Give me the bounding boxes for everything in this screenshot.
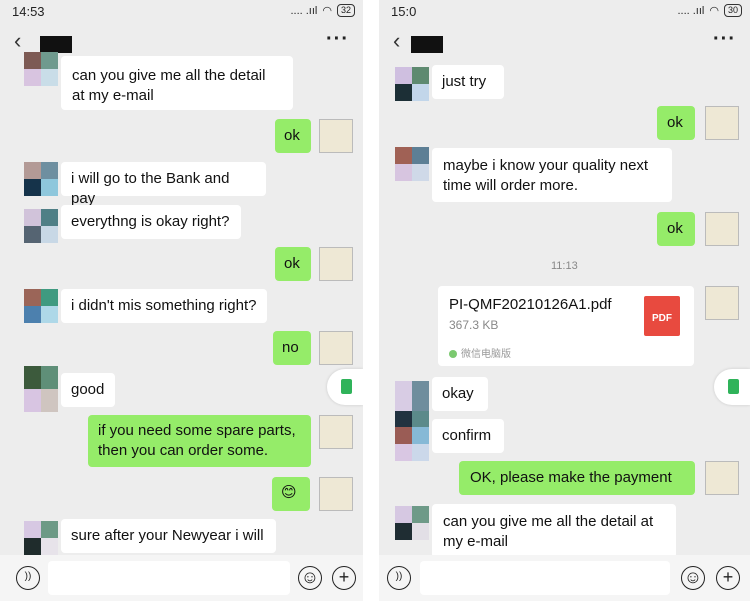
signal-icon: .... .ııl bbox=[677, 4, 705, 17]
file-message-card[interactable]: PI-QMF20210126A1.pdf 367.3 KB PDF 微信电脑版 bbox=[438, 286, 694, 366]
message-bubble-incoming: can you give me all the detail at my e-m… bbox=[61, 56, 293, 110]
chat-screen-right: 15:0 .... .ııl ◠ 30 ‹ ··· just try ok ma… bbox=[379, 0, 750, 601]
status-icons: .... .ııl ◠ 30 bbox=[677, 4, 742, 17]
chat-title-bar: ‹ ··· bbox=[379, 22, 750, 56]
contact-avatar[interactable] bbox=[395, 506, 429, 540]
my-avatar[interactable] bbox=[319, 415, 353, 449]
document-icon[interactable] bbox=[714, 369, 750, 405]
message-bubble-incoming: okay bbox=[432, 377, 488, 411]
my-avatar[interactable] bbox=[319, 119, 353, 153]
my-avatar[interactable] bbox=[705, 286, 739, 320]
contact-avatar[interactable] bbox=[395, 147, 429, 181]
message-bubble-outgoing: ok bbox=[275, 119, 311, 153]
message-bubble-incoming: just try bbox=[432, 65, 504, 99]
message-timestamp: 11:13 bbox=[551, 260, 578, 272]
my-avatar[interactable] bbox=[319, 331, 353, 365]
redacted-contact-name bbox=[40, 36, 72, 53]
voice-icon[interactable]: )) bbox=[16, 566, 40, 590]
message-bubble-outgoing: ok bbox=[657, 106, 695, 140]
input-bar: )) ☺ + bbox=[379, 555, 750, 601]
wifi-icon: ◠ bbox=[322, 5, 332, 17]
contact-avatar[interactable] bbox=[395, 67, 429, 101]
more-dots-icon[interactable]: ··· bbox=[713, 28, 736, 51]
my-avatar[interactable] bbox=[319, 477, 353, 511]
message-bubble-outgoing: OK, please make the payment bbox=[459, 461, 695, 495]
plus-icon[interactable]: + bbox=[332, 566, 356, 590]
wifi-icon: ◠ bbox=[709, 5, 719, 17]
contact-avatar[interactable] bbox=[24, 521, 58, 555]
more-dots-icon[interactable]: ··· bbox=[326, 28, 349, 51]
signal-icon: .... .ııl bbox=[290, 4, 318, 17]
message-bubble-outgoing: ok bbox=[275, 247, 311, 281]
message-bubble-incoming: can you give me all the detail at my e-m… bbox=[432, 504, 676, 558]
message-bubble-incoming: everythng is okay right? bbox=[61, 205, 241, 239]
contact-avatar[interactable] bbox=[24, 209, 58, 243]
plus-icon[interactable]: + bbox=[716, 566, 740, 590]
contact-avatar[interactable] bbox=[24, 366, 58, 412]
message-bubble-outgoing: 😊 bbox=[272, 477, 310, 511]
status-bar: 14:53 .... .ııl ◠ 32 bbox=[0, 0, 363, 22]
file-size: 367.3 KB bbox=[449, 318, 499, 332]
status-time: 14:53 bbox=[12, 4, 45, 19]
input-bar: )) ☺ + bbox=[0, 555, 363, 601]
message-bubble-incoming: confirm bbox=[432, 419, 504, 453]
emoji-icon[interactable]: ☺ bbox=[681, 566, 705, 590]
contact-avatar[interactable] bbox=[24, 162, 58, 196]
file-name: PI-QMF20210126A1.pdf bbox=[449, 296, 612, 313]
my-avatar[interactable] bbox=[319, 247, 353, 281]
message-bubble-incoming: i didn't mis something right? bbox=[61, 289, 267, 323]
voice-icon[interactable]: )) bbox=[387, 566, 411, 590]
pdf-file-icon: PDF bbox=[644, 296, 680, 336]
message-input[interactable] bbox=[420, 561, 670, 595]
status-icons: .... .ııl ◠ 32 bbox=[290, 4, 355, 17]
my-avatar[interactable] bbox=[705, 461, 739, 495]
message-bubble-incoming: sure after your Newyear i will bbox=[61, 519, 276, 553]
contact-avatar[interactable] bbox=[24, 52, 58, 86]
message-bubble-incoming: maybe i know your quality next time will… bbox=[432, 148, 672, 202]
battery-icon: 32 bbox=[336, 4, 355, 17]
message-bubble-incoming: good bbox=[61, 373, 115, 407]
chat-screen-left: 14:53 .... .ııl ◠ 32 ‹ ··· can you give … bbox=[0, 0, 363, 601]
message-bubble-outgoing: no bbox=[273, 331, 311, 365]
emoji-icon[interactable]: ☺ bbox=[298, 566, 322, 590]
status-bar: 15:0 .... .ııl ◠ 30 bbox=[379, 0, 750, 22]
chevron-left-icon[interactable]: ‹ bbox=[393, 28, 400, 54]
contact-avatar[interactable] bbox=[24, 289, 58, 323]
battery-icon: 30 bbox=[723, 4, 742, 17]
contact-avatar[interactable] bbox=[395, 427, 429, 461]
my-avatar[interactable] bbox=[705, 212, 739, 246]
my-avatar[interactable] bbox=[705, 106, 739, 140]
chevron-left-icon[interactable]: ‹ bbox=[14, 28, 21, 54]
message-bubble-outgoing: ok bbox=[657, 212, 695, 246]
document-icon[interactable] bbox=[327, 369, 363, 405]
message-bubble-incoming: i will go to the Bank and pay bbox=[61, 162, 266, 207]
status-time: 15:0 bbox=[391, 4, 417, 19]
file-source-label: 微信电脑版 bbox=[449, 345, 511, 360]
message-input[interactable] bbox=[48, 561, 290, 595]
chat-title-bar: ‹ ··· bbox=[0, 22, 363, 56]
message-bubble-outgoing: if you need some spare parts, then you c… bbox=[88, 415, 311, 467]
redacted-contact-name bbox=[411, 36, 443, 53]
